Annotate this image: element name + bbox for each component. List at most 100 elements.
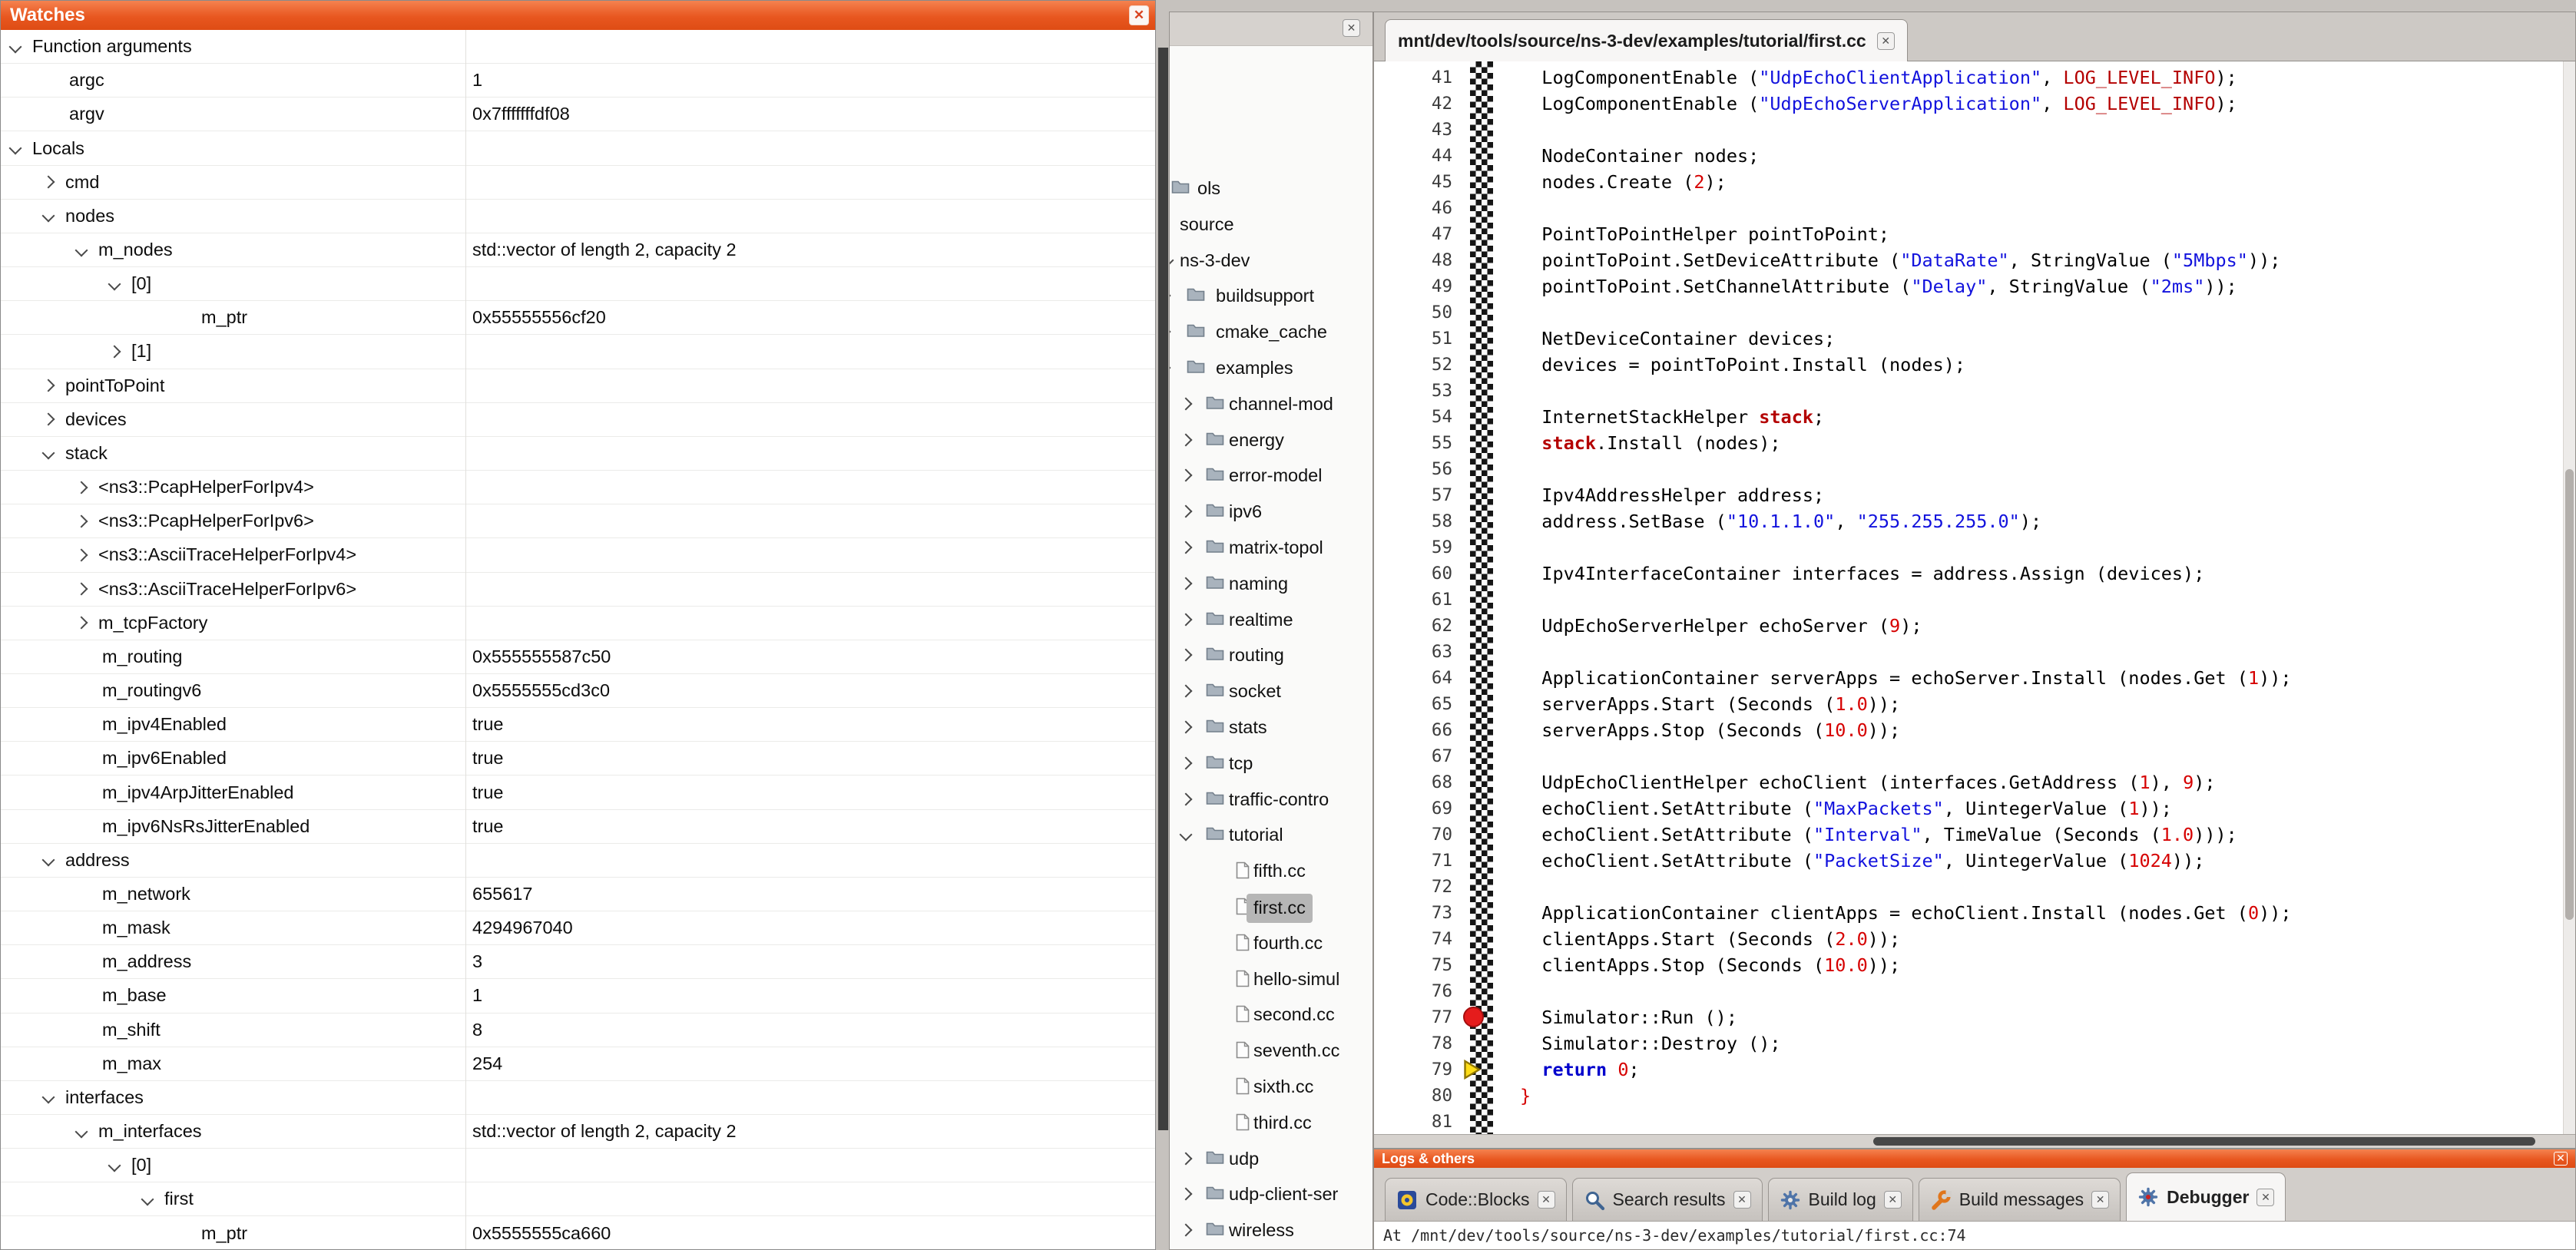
tree-item-label[interactable]: routing xyxy=(1229,637,1284,673)
line-number[interactable]: 54 xyxy=(1374,404,1452,430)
watch-row[interactable]: [1] xyxy=(1,335,1155,369)
code-line[interactable]: 60 Ipv4InterfaceContainer interfaces = a… xyxy=(1374,561,2562,587)
code-editor[interactable]: 41 LogComponentEnable ("UdpEchoClientApp… xyxy=(1374,61,2575,1134)
tree-item-label[interactable]: tcp xyxy=(1229,746,1253,782)
tree-item-hello-simul[interactable]: hello-simul xyxy=(1170,961,1372,997)
code-line[interactable]: 48 pointToPoint.SetDeviceAttribute ("Dat… xyxy=(1374,247,2562,273)
project-pane-close-button[interactable]: ✕ xyxy=(1343,19,1360,37)
collapse-icon[interactable] xyxy=(141,1192,154,1205)
tree-item-label[interactable]: traffic-contro xyxy=(1229,782,1329,818)
tree-item-label[interactable]: udp xyxy=(1229,1141,1259,1177)
tree-item-fourth-cc[interactable]: fourth.cc xyxy=(1170,925,1372,961)
line-number[interactable]: 62 xyxy=(1374,613,1452,639)
line-number[interactable]: 43 xyxy=(1374,117,1452,143)
expand-icon[interactable] xyxy=(1180,541,1193,554)
line-number[interactable]: 74 xyxy=(1374,926,1452,952)
collapse-icon[interactable] xyxy=(42,854,55,867)
watch-row[interactable]: argv0x7fffffffdf08 xyxy=(1,98,1155,131)
tree-item-label[interactable]: fourth.cc xyxy=(1253,925,1323,961)
watch-row[interactable]: m_ipv6Enabledtrue xyxy=(1,742,1155,775)
tree-item-routing[interactable]: routing xyxy=(1170,637,1372,673)
line-number[interactable]: 65 xyxy=(1374,691,1452,717)
line-number[interactable]: 66 xyxy=(1374,717,1452,743)
expand-icon[interactable] xyxy=(75,548,88,561)
code-line[interactable]: 47 PointToPointHelper pointToPoint; xyxy=(1374,221,2562,247)
line-number[interactable]: 77 xyxy=(1374,1004,1452,1030)
code-line[interactable]: 41 LogComponentEnable ("UdpEchoClientApp… xyxy=(1374,64,2562,91)
expand-icon[interactable] xyxy=(75,617,88,630)
code-line[interactable]: 46 xyxy=(1374,195,2562,221)
tree-item-label[interactable]: second.cc xyxy=(1253,997,1335,1033)
tree-item-second-cc[interactable]: second.cc xyxy=(1170,997,1372,1033)
expand-icon[interactable] xyxy=(1180,397,1193,410)
log-tab-debugger[interactable]: Debugger✕ xyxy=(2126,1172,2286,1221)
tree-item-channel-mod[interactable]: channel-mod xyxy=(1170,386,1372,422)
tree-item-ns-3-dev[interactable]: ns-3-dev xyxy=(1170,243,1372,279)
scrollbar-thumb[interactable] xyxy=(2565,469,2574,920)
tree-item-first-cc[interactable]: first.cc xyxy=(1170,889,1372,925)
watch-row[interactable]: m_mask4294967040 xyxy=(1,911,1155,945)
watch-row[interactable]: <ns3::AsciiTraceHelperForIpv6> xyxy=(1,573,1155,607)
line-number[interactable]: 79 xyxy=(1374,1057,1452,1083)
tree-item-fifth-cc[interactable]: fifth.cc xyxy=(1170,853,1372,889)
expand-icon[interactable] xyxy=(1180,505,1193,518)
code-line[interactable]: 56 xyxy=(1374,456,2562,482)
tree-item-tcp[interactable]: tcp xyxy=(1170,746,1372,782)
watch-row[interactable]: m_nodesstd::vector of length 2, capacity… xyxy=(1,233,1155,267)
line-number[interactable]: 46 xyxy=(1374,195,1452,221)
expand-icon[interactable] xyxy=(1180,756,1193,769)
line-number[interactable]: 78 xyxy=(1374,1030,1452,1057)
tree-item-examples[interactable]: examples xyxy=(1170,350,1372,386)
watches-close-button[interactable]: ✕ xyxy=(1129,5,1149,25)
code-line[interactable]: 52 devices = pointToPoint.Install (nodes… xyxy=(1374,352,2562,378)
watch-row[interactable]: Locals xyxy=(1,131,1155,165)
watch-row[interactable]: m_routingv60x5555555cd3c0 xyxy=(1,674,1155,708)
code-line[interactable]: 80} xyxy=(1374,1083,2562,1109)
column-divider[interactable] xyxy=(465,30,466,1249)
tab-close-button[interactable]: ✕ xyxy=(1733,1191,1751,1209)
log-tab-search-results[interactable]: Search results✕ xyxy=(1572,1178,1763,1221)
watch-row[interactable]: [0] xyxy=(1,267,1155,301)
tree-item-label[interactable]: ipv6 xyxy=(1229,494,1262,530)
line-number[interactable]: 49 xyxy=(1374,273,1452,299)
watch-row[interactable]: cmd xyxy=(1,166,1155,200)
code-line[interactable]: 63 xyxy=(1374,639,2562,665)
line-number[interactable]: 68 xyxy=(1374,769,1452,795)
expand-icon[interactable] xyxy=(1180,433,1193,446)
code-line[interactable]: 61 xyxy=(1374,587,2562,613)
code-line[interactable]: 73 ApplicationContainer clientApps = ech… xyxy=(1374,900,2562,926)
expand-icon[interactable] xyxy=(1180,613,1193,626)
log-tab-build-messages[interactable]: Build messages✕ xyxy=(1919,1178,2121,1221)
watch-row[interactable]: nodes xyxy=(1,200,1155,233)
expand-icon[interactable] xyxy=(75,481,88,494)
tree-item-realtime[interactable]: realtime xyxy=(1170,602,1372,638)
watch-row[interactable]: m_address3 xyxy=(1,945,1155,979)
line-number[interactable]: 72 xyxy=(1374,874,1452,900)
code-line[interactable]: 55 stack.Install (nodes); xyxy=(1374,430,2562,456)
tree-item-label[interactable]: ols xyxy=(1197,170,1220,207)
line-number[interactable]: 50 xyxy=(1374,299,1452,326)
watch-row[interactable]: m_network655617 xyxy=(1,878,1155,911)
code-line[interactable]: 54 InternetStackHelper stack; xyxy=(1374,404,2562,430)
watch-row[interactable]: stack xyxy=(1,437,1155,471)
line-number[interactable]: 42 xyxy=(1374,91,1452,117)
tree-item-label[interactable]: ns-3-dev xyxy=(1180,243,1250,279)
code-line[interactable]: 42 LogComponentEnable ("UdpEchoServerApp… xyxy=(1374,91,2562,117)
tree-item-seventh-cc[interactable]: seventh.cc xyxy=(1170,1033,1372,1069)
tree-item-label[interactable]: matrix-topol xyxy=(1229,530,1323,566)
tree-item-udp[interactable]: udp xyxy=(1170,1141,1372,1177)
tree-item-label[interactable]: buildsupport xyxy=(1216,278,1314,314)
tree-item-matrix-topol[interactable]: matrix-topol xyxy=(1170,530,1372,566)
expand-icon[interactable] xyxy=(1180,1152,1193,1165)
watch-row[interactable]: <ns3::PcapHelperForIpv4> xyxy=(1,471,1155,504)
line-number[interactable]: 52 xyxy=(1374,352,1452,378)
line-number[interactable]: 48 xyxy=(1374,247,1452,273)
code-line[interactable]: 72 xyxy=(1374,874,2562,900)
line-number[interactable]: 57 xyxy=(1374,482,1452,508)
line-number[interactable]: 59 xyxy=(1374,534,1452,561)
code-line[interactable]: 74 clientApps.Start (Seconds (2.0)); xyxy=(1374,926,2562,952)
scrollbar-thumb[interactable] xyxy=(1158,48,1168,1130)
watch-row[interactable]: m_max254 xyxy=(1,1047,1155,1081)
code-line[interactable]: 81 xyxy=(1374,1109,2562,1134)
tree-item-buildsupport[interactable]: buildsupport xyxy=(1170,278,1372,314)
